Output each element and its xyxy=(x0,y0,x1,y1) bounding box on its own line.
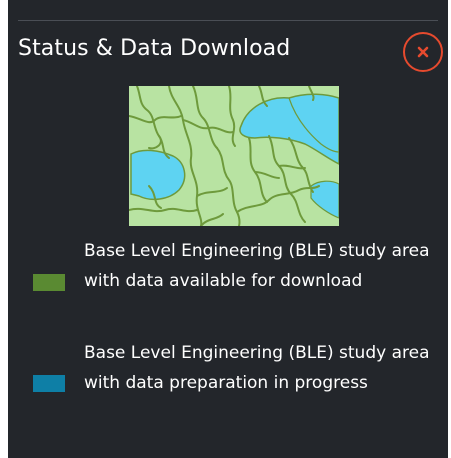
legend-label: Base Level Engineering (BLE) study area … xyxy=(84,241,430,291)
panel-title: Status & Data Download xyxy=(18,36,291,61)
close-button[interactable] xyxy=(403,32,443,72)
top-divider xyxy=(18,20,438,21)
legend-label: Base Level Engineering (BLE) study area … xyxy=(84,343,430,393)
legend-swatch-green xyxy=(33,274,65,291)
status-data-download-panel: Status & Data Download Base Level Engine… xyxy=(8,0,448,458)
ble-study-area-map-icon xyxy=(129,86,339,226)
map-preview-thumbnail xyxy=(129,86,339,226)
legend-swatch-blue xyxy=(33,375,65,392)
close-x-icon xyxy=(417,46,429,58)
